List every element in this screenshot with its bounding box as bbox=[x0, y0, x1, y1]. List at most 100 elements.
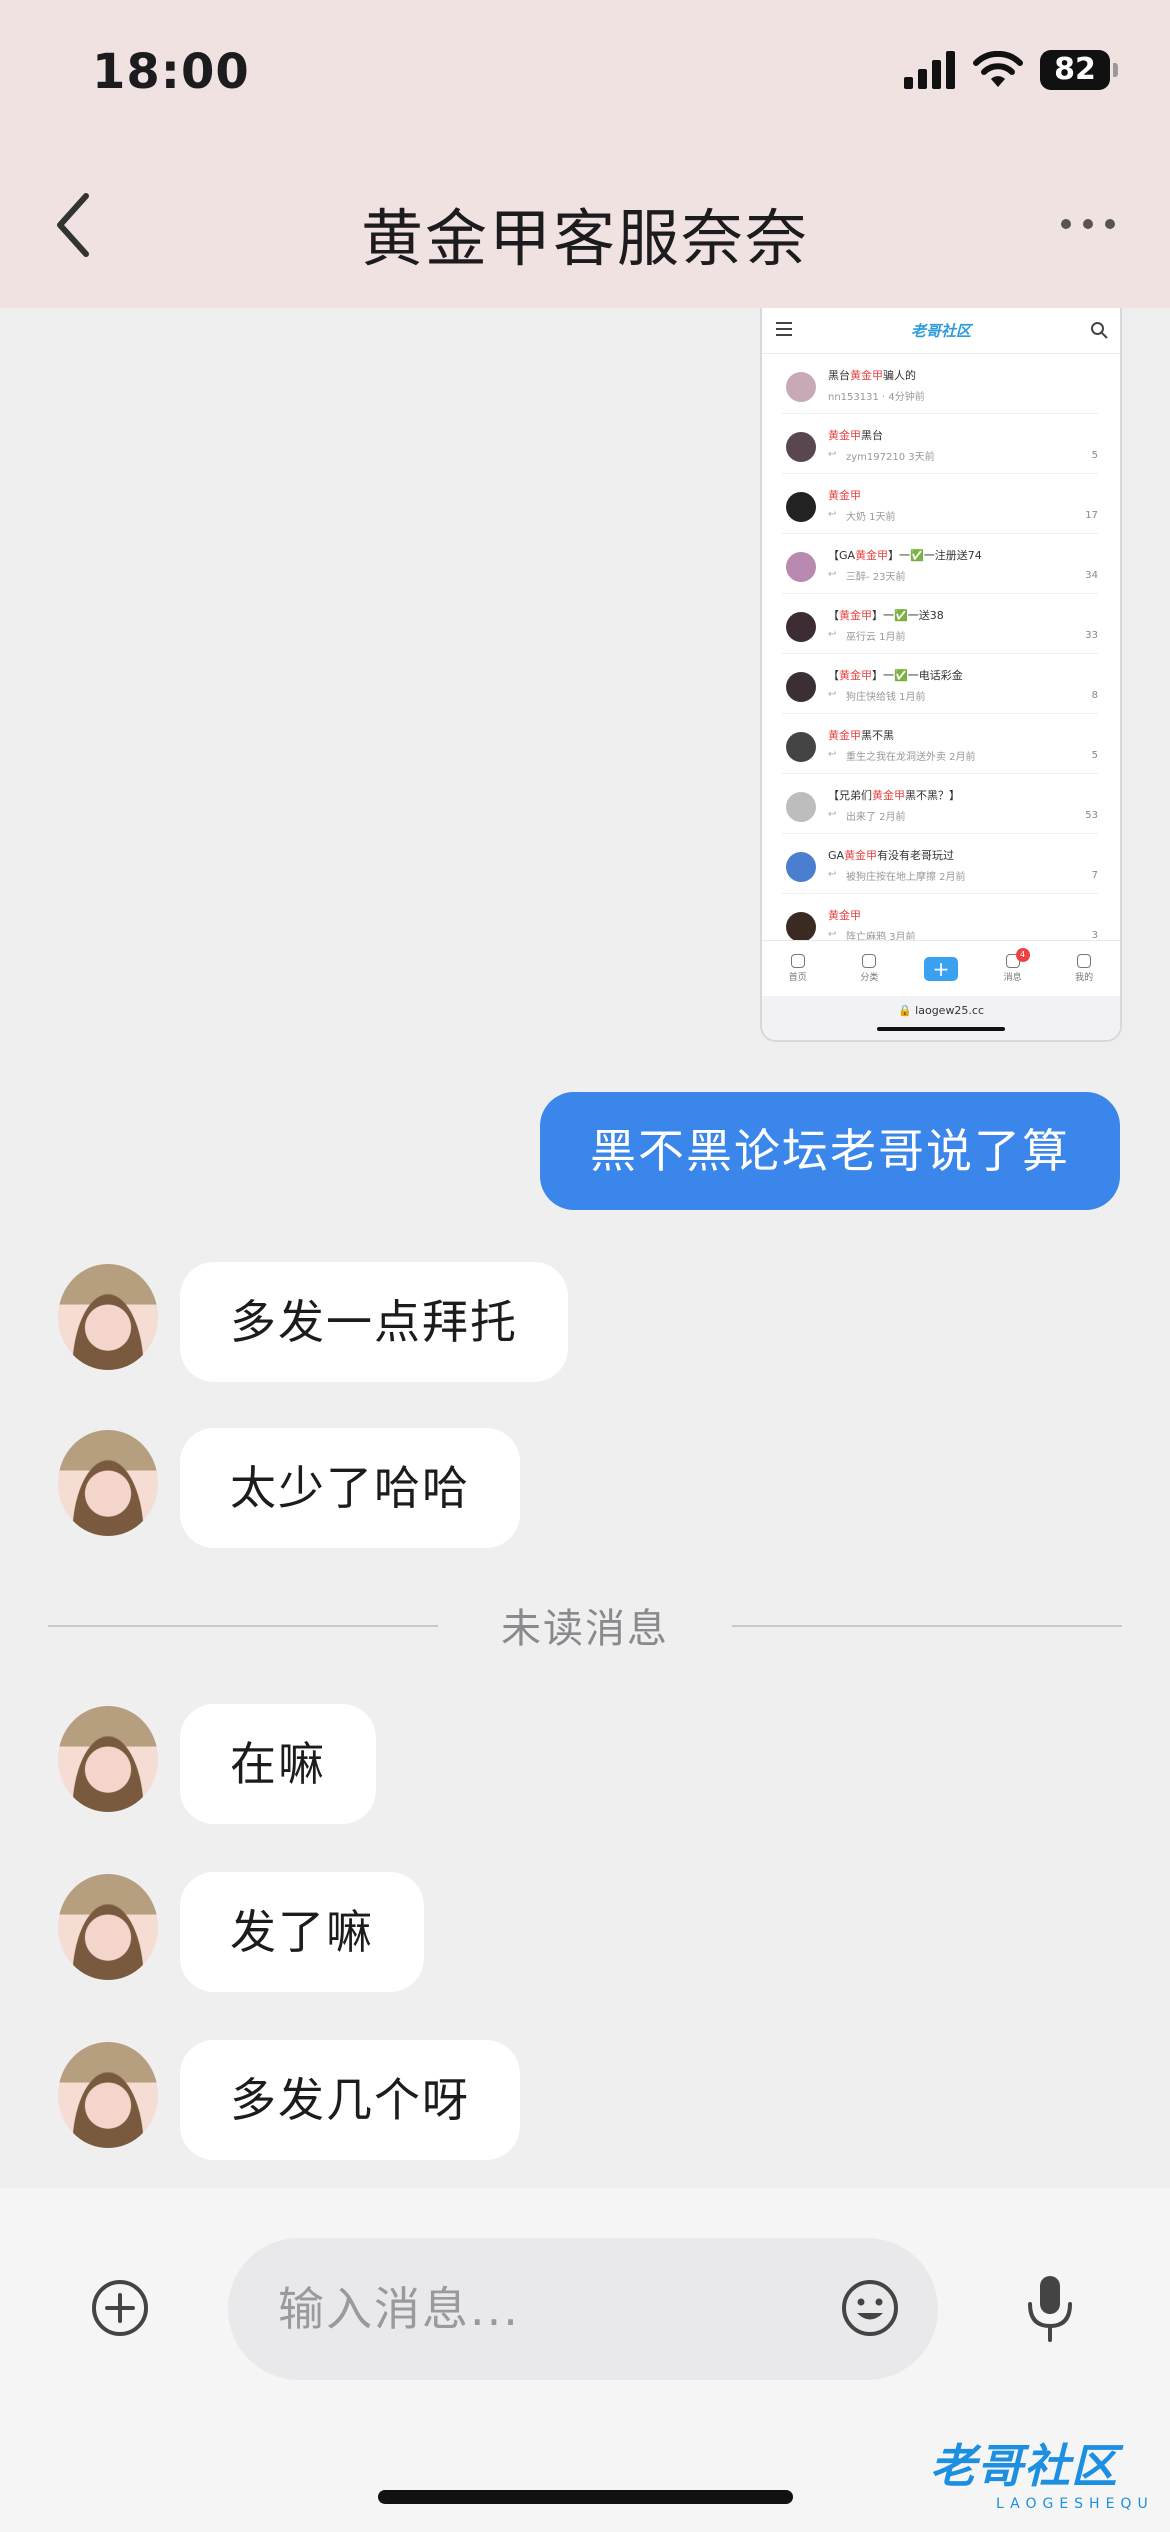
tab-label: 我的 bbox=[1075, 973, 1094, 983]
menu-icon bbox=[776, 322, 792, 336]
post-item: 黄金甲黑台 ↩ zym197210 3天前 5 bbox=[782, 414, 1098, 474]
shared-screenshot-image[interactable]: 老哥社区 黑台黄金甲骗人的 nn153131 · 4分钟前 黄金甲黑台 ↩ zym197… bbox=[760, 308, 1122, 1042]
incoming-message-bubble[interactable]: 发了嘛 bbox=[180, 1872, 424, 1992]
post-title: 黄金甲 bbox=[828, 909, 861, 922]
agent-avatar[interactable] bbox=[58, 1430, 158, 1536]
tab-icon bbox=[862, 954, 877, 968]
reply-icon: ↩ bbox=[828, 869, 837, 880]
watermark-logo: 老哥社区 LAOGESHEQU bbox=[930, 2430, 1160, 2522]
tab-icon bbox=[790, 954, 805, 968]
post-avatar bbox=[786, 732, 816, 762]
incoming-message-bubble[interactable]: 在嘛 bbox=[180, 1704, 376, 1824]
post-list: 黑台黄金甲骗人的 nn153131 · 4分钟前 黄金甲黑台 ↩ zym197210 3… bbox=[762, 354, 1120, 954]
post-comment-count: 34 bbox=[1085, 570, 1098, 581]
add-attachment-icon[interactable] bbox=[90, 2278, 150, 2338]
post-avatar bbox=[786, 912, 816, 942]
status-icons: 82 bbox=[904, 50, 1118, 90]
post-avatar bbox=[786, 372, 816, 402]
post-meta: nn153131 · 4分钟前 bbox=[828, 392, 925, 403]
post-avatar bbox=[786, 792, 816, 822]
post-meta: zym197210 3天前 bbox=[846, 452, 935, 463]
post-avatar bbox=[786, 852, 816, 882]
post-item: 【GA黄金甲】一✅一注册送74 ↩ 三醉- 23天前 34 bbox=[782, 534, 1098, 594]
watermark-subtext: LAOGESHEQU bbox=[996, 2496, 1154, 2512]
message-input-placeholder: 输入消息... bbox=[278, 2282, 520, 2336]
post-title: 黄金甲 bbox=[828, 489, 861, 502]
post-comment-count: 53 bbox=[1085, 810, 1098, 821]
incoming-message-bubble[interactable]: 太少了哈哈 bbox=[180, 1428, 520, 1548]
post-avatar bbox=[786, 612, 816, 642]
shot-tab: + bbox=[916, 956, 966, 981]
post-comment-count: 33 bbox=[1085, 630, 1098, 641]
post-meta: 狗庄快给钱 1月前 bbox=[846, 692, 926, 703]
home-indicator[interactable] bbox=[378, 2490, 793, 2504]
tab-icon bbox=[1077, 954, 1092, 968]
post-title: 黄金甲黑不黑 bbox=[828, 729, 894, 742]
post-meta: 巫行云 1月前 bbox=[846, 632, 906, 643]
post-title: 黄金甲黑台 bbox=[828, 429, 883, 442]
post-item: 【黄金甲】一✅一送38 ↩ 巫行云 1月前 33 bbox=[782, 594, 1098, 654]
post-meta: 三醉- 23天前 bbox=[846, 572, 906, 583]
shot-tab-bar: 首页 分类 + 消息 4 我的 bbox=[762, 940, 1120, 996]
reply-icon: ↩ bbox=[828, 449, 837, 460]
emoji-icon[interactable] bbox=[840, 2278, 900, 2338]
chat-title: 黄金甲客服奈奈 bbox=[360, 202, 809, 275]
incoming-message-bubble[interactable]: 多发几个呀 bbox=[180, 2040, 520, 2160]
shot-url: 🔒 laogew25.cc bbox=[762, 996, 1120, 1040]
more-options-icon[interactable] bbox=[1058, 216, 1118, 232]
reply-icon: ↩ bbox=[828, 809, 837, 820]
shot-logo: 老哥社区 bbox=[910, 322, 971, 340]
post-title: 【兄弟们黄金甲黑不黑？】 bbox=[828, 789, 960, 802]
watermark-text: 老哥社区 bbox=[930, 2439, 1118, 2493]
shot-tab: 首页 bbox=[773, 954, 823, 983]
shot-tab: 我的 bbox=[1059, 954, 1109, 983]
tab-label: 消息 bbox=[1003, 973, 1022, 983]
post-meta: 被狗庄按在地上摩擦 2月前 bbox=[846, 872, 966, 883]
post-comment-count: 7 bbox=[1091, 870, 1098, 881]
post-avatar bbox=[786, 552, 816, 582]
agent-avatar[interactable] bbox=[58, 2042, 158, 2148]
reply-icon: ↩ bbox=[828, 629, 837, 640]
post-avatar bbox=[786, 492, 816, 522]
post-comment-count: 8 bbox=[1091, 690, 1098, 701]
unread-divider-line-right bbox=[732, 1625, 1122, 1627]
wifi-icon bbox=[973, 51, 1023, 87]
agent-avatar[interactable] bbox=[58, 1874, 158, 1980]
search-icon bbox=[1091, 322, 1108, 339]
post-title: 【黄金甲】一✅一送38 bbox=[828, 609, 944, 622]
shot-header: 老哥社区 bbox=[762, 308, 1120, 354]
post-avatar bbox=[786, 432, 816, 462]
post-comment-count: 5 bbox=[1091, 450, 1098, 461]
message-input[interactable]: 输入消息... bbox=[228, 2238, 938, 2380]
post-item: 黄金甲黑不黑 ↩ 重生之我在龙洞送外卖 2月前 5 bbox=[782, 714, 1098, 774]
post-item: GA黄金甲有没有老哥玩过 ↩ 被狗庄按在地上摩擦 2月前 7 bbox=[782, 834, 1098, 894]
post-title: GA黄金甲有没有老哥玩过 bbox=[828, 849, 955, 862]
post-comment-count: 5 bbox=[1091, 750, 1098, 761]
battery-indicator: 82 bbox=[1040, 50, 1118, 90]
post-comment-count: 17 bbox=[1085, 510, 1098, 521]
post-meta: 重生之我在龙洞送外卖 2月前 bbox=[846, 752, 976, 763]
top-bar: 18:00 82 黄金甲客服奈奈 bbox=[0, 0, 1170, 308]
reply-icon: ↩ bbox=[828, 929, 837, 940]
reply-icon: ↩ bbox=[828, 569, 837, 580]
post-meta: 大奶 1天前 bbox=[846, 512, 896, 523]
post-item: 黑台黄金甲骗人的 nn153131 · 4分钟前 bbox=[782, 354, 1098, 414]
reply-icon: ↩ bbox=[828, 689, 837, 700]
post-item: 黄金甲 ↩ 大奶 1天前 17 bbox=[782, 474, 1098, 534]
post-meta: 出来了 2月前 bbox=[846, 812, 906, 823]
post-add-icon: + bbox=[923, 956, 958, 981]
reply-icon: ↩ bbox=[828, 509, 837, 520]
agent-avatar[interactable] bbox=[58, 1264, 158, 1370]
incoming-message-bubble[interactable]: 多发一点拜托 bbox=[180, 1262, 568, 1382]
status-time: 18:00 bbox=[92, 44, 250, 100]
reply-icon: ↩ bbox=[828, 749, 837, 760]
my-message-bubble[interactable]: 黑不黑论坛老哥说了算 bbox=[540, 1092, 1120, 1210]
microphone-icon[interactable] bbox=[1024, 2274, 1076, 2342]
post-title: 黑台黄金甲骗人的 bbox=[828, 369, 916, 382]
tab-badge: 4 bbox=[1015, 948, 1030, 962]
signal-icon bbox=[904, 51, 955, 89]
shot-tab: 分类 bbox=[844, 954, 894, 983]
post-title: 【黄金甲】一✅一电话彩金 bbox=[828, 669, 963, 682]
agent-avatar[interactable] bbox=[58, 1706, 158, 1812]
tab-label: 首页 bbox=[788, 973, 807, 983]
